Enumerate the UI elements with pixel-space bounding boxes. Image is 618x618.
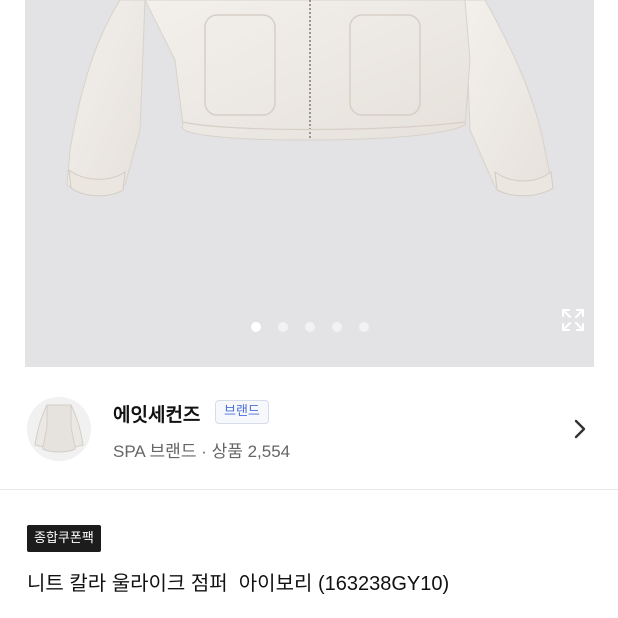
brand-badge: 브랜드 xyxy=(215,400,269,424)
pagination-dot[interactable] xyxy=(250,322,261,332)
brand-subtitle: SPA 브랜드 · 상품 2,554 xyxy=(113,442,291,461)
pagination-dot[interactable] xyxy=(277,322,288,332)
divider xyxy=(0,489,618,490)
brand-avatar xyxy=(27,397,91,461)
brand-name[interactable]: 에잇세컨즈 xyxy=(113,400,200,427)
expand-arrows-icon[interactable] xyxy=(560,307,586,333)
product-image xyxy=(66,0,554,197)
product-title: 니트 칼라 울라이크 점퍼 아이보리 (163238GY10) xyxy=(27,573,450,595)
pagination-dot[interactable] xyxy=(304,322,315,332)
product-image-gallery[interactable] xyxy=(25,0,594,367)
pagination-dot[interactable] xyxy=(358,322,369,332)
brand-row[interactable]: 에잇세컨즈 브랜드 SPA 브랜드 · 상품 2,554 xyxy=(0,367,618,489)
gallery-pagination xyxy=(25,322,594,332)
brand-avatar-image xyxy=(27,397,91,461)
chevron-right-icon[interactable] xyxy=(570,417,590,441)
pagination-dot[interactable] xyxy=(331,322,342,332)
coupon-tag: 종합쿠폰팩 xyxy=(27,525,101,552)
